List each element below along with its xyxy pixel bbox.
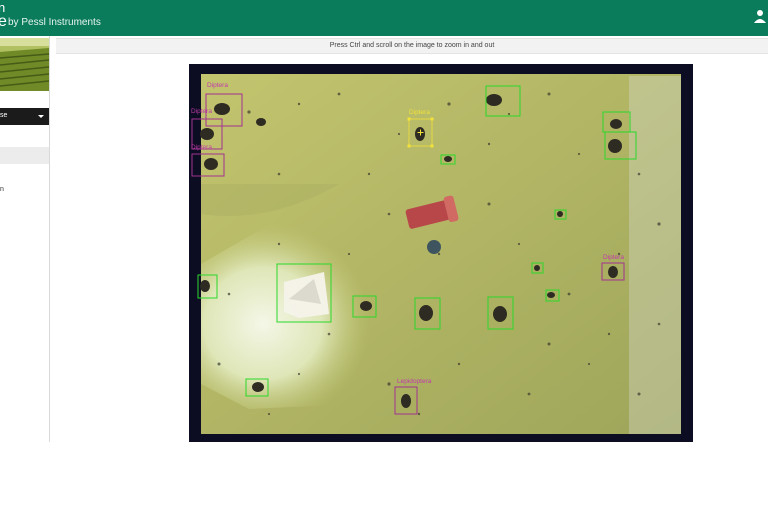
station-photo bbox=[0, 38, 49, 91]
sidebar-active-item[interactable] bbox=[0, 147, 49, 164]
trap-image[interactable]: Diptera Diptera Diptera Diptera Lepidopt… bbox=[189, 64, 693, 442]
chevron-down-icon bbox=[38, 115, 44, 118]
brand-logo[interactable]: n e bbox=[0, 1, 7, 30]
main-content: Press Ctrl and scroll on the image to zo… bbox=[56, 36, 768, 442]
label-diptera-2: Diptera bbox=[191, 108, 212, 115]
sidebar-menu-item[interactable]: n bbox=[0, 186, 4, 193]
label-diptera-selected: Diptera bbox=[409, 109, 430, 116]
label-diptera-1: Diptera bbox=[207, 82, 228, 89]
top-bar: n e by Pessl Instruments bbox=[0, 0, 768, 36]
sidebar: se n bbox=[0, 36, 50, 442]
brand-logo-bottom: e bbox=[0, 13, 7, 30]
brand-subtitle: by Pessl Instruments bbox=[8, 17, 101, 28]
user-icon[interactable] bbox=[754, 9, 766, 23]
label-lepidoptera-1: Lepidoptera bbox=[397, 378, 432, 385]
zoom-hint: Press Ctrl and scroll on the image to zo… bbox=[56, 38, 768, 54]
label-diptera-4: Diptera bbox=[603, 254, 624, 261]
label-diptera-3: Diptera bbox=[191, 144, 212, 151]
station-select[interactable]: se bbox=[0, 108, 49, 125]
station-select-value: se bbox=[0, 112, 8, 119]
